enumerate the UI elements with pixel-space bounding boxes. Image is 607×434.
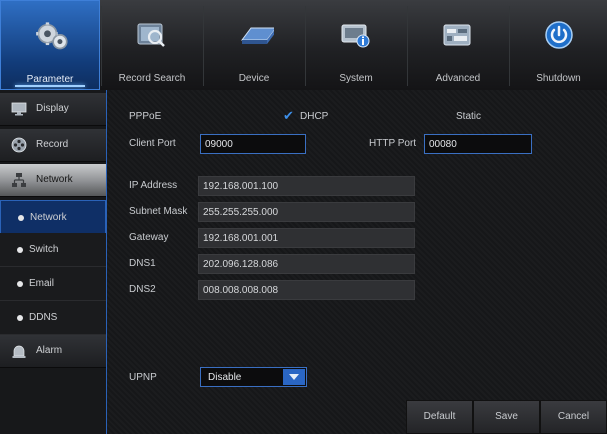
sidebar-item-record[interactable]: Record	[0, 129, 106, 162]
pppoe-option[interactable]: PPPoE	[129, 111, 161, 122]
tab-label: System	[339, 73, 373, 84]
http-port-label: HTTP Port	[369, 138, 417, 149]
upnp-selected-value: Disable	[208, 372, 242, 383]
top-menu: Parameter Record Search Device System Ad…	[0, 0, 607, 90]
save-button[interactable]: Save	[473, 400, 540, 434]
hard-disk-icon	[241, 27, 274, 44]
subnet-mask-field[interactable]: 255.255.255.000	[198, 202, 415, 222]
tab-label: Record Search	[118, 73, 186, 84]
sidebar-subitem-label: Network	[30, 212, 67, 223]
ip-address-label: IP Address	[129, 180, 178, 191]
system-info-icon	[341, 24, 370, 48]
record-search-icon	[137, 23, 165, 47]
tab-label: Advanced	[435, 73, 481, 84]
ip-address-field[interactable]: 192.168.001.100	[198, 176, 415, 196]
tab-label: Shutdown	[536, 73, 581, 84]
client-port-input[interactable]: 09000	[200, 134, 306, 154]
sidebar-subitem-label: Email	[29, 278, 55, 289]
bullet-icon	[18, 215, 24, 221]
gears-icon	[36, 22, 68, 50]
dns2-label: DNS2	[129, 284, 156, 295]
sidebar-item-alarm[interactable]: Alarm	[0, 335, 106, 368]
network-settings-panel: PPPoE ✔ DHCP Static Client Port 09000 HT…	[106, 90, 607, 434]
sidebar-item-label: Network	[36, 174, 73, 185]
film-reel-icon	[11, 137, 27, 153]
subnet-mask-label: Subnet Mask	[129, 206, 188, 217]
dns1-field[interactable]: 202.096.128.086	[198, 254, 415, 274]
bullet-icon	[17, 281, 23, 287]
tab-label: Device	[238, 73, 270, 84]
active-tab-underline	[15, 85, 85, 87]
sidebar-subitem-label: DDNS	[29, 312, 58, 323]
gateway-field[interactable]: 192.168.001.001	[198, 228, 415, 248]
default-button[interactable]: Default	[406, 400, 473, 434]
chevron-down-icon[interactable]	[283, 369, 305, 385]
bullet-icon	[17, 315, 23, 321]
check-icon: ✔	[283, 108, 294, 123]
power-icon	[545, 21, 573, 49]
dvr-main-menu: Parameter Record Search Device System Ad…	[0, 0, 607, 434]
sidebar-item-network[interactable]: Network	[0, 164, 106, 197]
sidebar-subitem-network[interactable]: Network	[0, 200, 106, 234]
sidebar-item-display[interactable]: Display	[0, 93, 106, 126]
dhcp-option[interactable]: DHCP	[300, 111, 328, 122]
gateway-label: Gateway	[129, 232, 169, 243]
tab-system[interactable]: System	[306, 0, 406, 90]
sidebar-subitem-label: Switch	[29, 244, 59, 255]
upnp-select[interactable]: Disable	[200, 367, 307, 387]
sidebar-subitem-switch[interactable]: Switch	[0, 233, 106, 267]
network-icon	[12, 173, 26, 187]
tab-label: Parameter	[26, 74, 74, 85]
tab-record-search[interactable]: Record Search	[102, 0, 202, 90]
tab-device[interactable]: Device	[204, 0, 304, 90]
tab-parameter[interactable]: Parameter	[0, 0, 100, 90]
dns2-field[interactable]: 008.008.008.008	[198, 280, 415, 300]
advanced-settings-icon	[443, 24, 471, 46]
sidebar-item-label: Display	[36, 103, 69, 114]
sidebar: Display Record Network Network Switch Em…	[0, 90, 106, 434]
monitor-icon	[11, 102, 27, 116]
sidebar-subitem-ddns[interactable]: DDNS	[0, 301, 106, 335]
bullet-icon	[17, 247, 23, 253]
dns1-label: DNS1	[129, 258, 156, 269]
alarm-icon	[12, 345, 26, 358]
sidebar-subitem-email[interactable]: Email	[0, 267, 106, 301]
tab-shutdown[interactable]: Shutdown	[510, 0, 607, 90]
tab-advanced[interactable]: Advanced	[408, 0, 508, 90]
static-option[interactable]: Static	[456, 111, 481, 122]
sidebar-item-label: Alarm	[36, 345, 63, 356]
upnp-label: UPNP	[129, 372, 157, 383]
http-port-input[interactable]: 00080	[424, 134, 532, 154]
cancel-button[interactable]: Cancel	[540, 400, 607, 434]
client-port-label: Client Port	[129, 138, 176, 149]
sidebar-item-label: Record	[36, 139, 69, 150]
